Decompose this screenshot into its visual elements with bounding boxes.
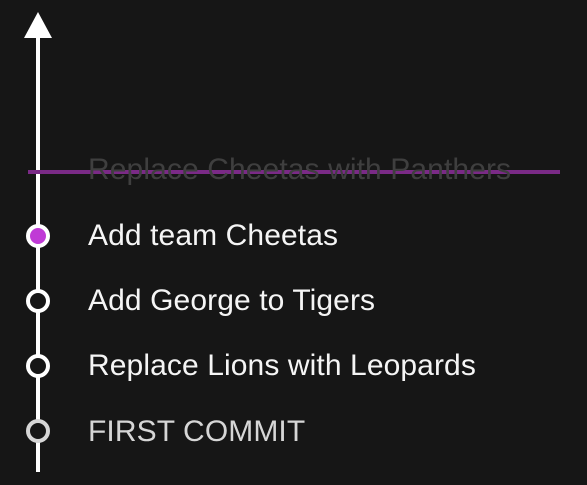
commit-node[interactable] [26, 354, 50, 378]
commit-timeline: Replace Cheetas with Panthers Add team C… [0, 0, 587, 485]
commit-label[interactable]: Add team Cheetas [88, 218, 338, 254]
arrow-up-icon [24, 12, 52, 38]
removed-commit-label: Replace Cheetas with Panthers [88, 153, 512, 186]
commit-label[interactable]: Replace Lions with Leopards [88, 348, 476, 384]
commit-label[interactable]: FIRST COMMIT [88, 414, 305, 450]
commit-label[interactable]: Add George to Tigers [88, 283, 375, 319]
commit-node[interactable] [26, 289, 50, 313]
commit-node-initial[interactable] [26, 419, 50, 443]
commit-node-current[interactable] [26, 224, 50, 248]
